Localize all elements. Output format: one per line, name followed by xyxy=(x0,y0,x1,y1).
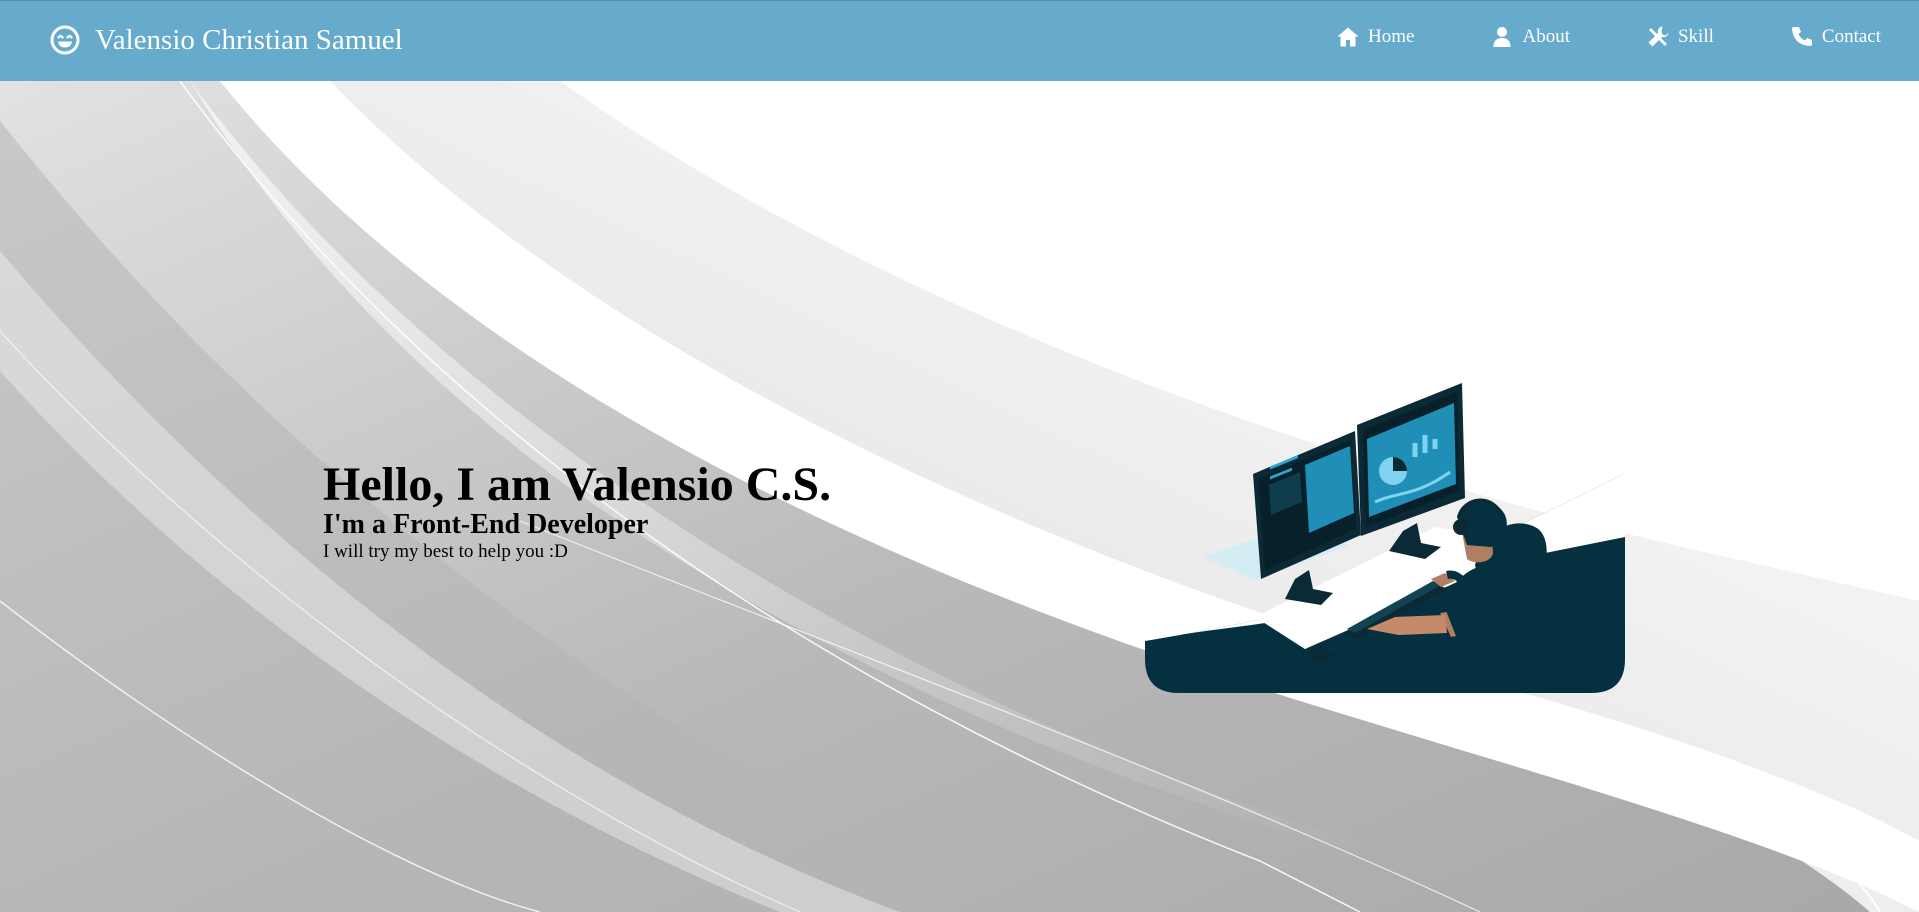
phone-icon xyxy=(1790,25,1814,49)
brand-title: Valensio Christian Samuel xyxy=(95,23,403,56)
brand[interactable]: Valensio Christian Samuel xyxy=(49,20,403,60)
user-icon xyxy=(1490,25,1514,49)
nav-contact-label: Contact xyxy=(1821,26,1881,47)
laughing-face-icon xyxy=(49,24,81,56)
main-nav: Home About Skill Contact xyxy=(1336,25,1881,49)
nav-about[interactable]: About xyxy=(1490,25,1570,49)
hero-heading: Hello, I am Valensio C.S. xyxy=(323,458,832,511)
nav-home-label: Home xyxy=(1368,26,1415,47)
hero-section: Hello, I am Valensio C.S. I'm a Front-En… xyxy=(0,81,1919,912)
hero-background xyxy=(0,81,1919,912)
hero-tagline: I will try my best to help you :D xyxy=(323,541,568,563)
nav-skill[interactable]: Skill xyxy=(1646,25,1714,49)
developer-illustration xyxy=(1145,383,1625,693)
tools-icon xyxy=(1646,25,1670,49)
nav-home[interactable]: Home xyxy=(1336,25,1414,49)
nav-contact[interactable]: Contact xyxy=(1790,25,1881,49)
top-navbar: Valensio Christian Samuel Home About Ski… xyxy=(0,0,1919,81)
hero-text: Hello, I am Valensio C.S. I'm a Front-En… xyxy=(323,458,832,563)
home-icon xyxy=(1336,25,1360,49)
hero-subheading: I'm a Front-End Developer xyxy=(323,509,649,541)
nav-skill-label: Skill xyxy=(1677,26,1714,47)
nav-about-label: About xyxy=(1522,26,1570,47)
